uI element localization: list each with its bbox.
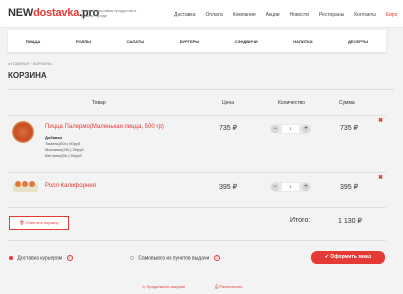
nav-link-promos[interactable]: Акции <box>266 12 280 18</box>
delivery-option-pickup[interactable]: Самовывоз из пунктов выдачи ? <box>130 255 220 261</box>
top-nav: Доставка Оплата Компания Акции Новости Р… <box>174 12 397 18</box>
print-label: Распечатать <box>219 284 243 289</box>
city-selector[interactable]: Евро <box>386 12 398 18</box>
delivery-option-courier[interactable]: Доставка курьером ? <box>9 255 73 261</box>
nav-link-news[interactable]: Новости <box>290 12 309 18</box>
radio-unselected-icon[interactable] <box>130 256 134 260</box>
sum-pizza: 735 ₽ <box>340 125 359 132</box>
pizza-image[interactable] <box>12 121 34 143</box>
increment-button[interactable]: + <box>302 125 310 133</box>
courier-label: Доставка курьером <box>17 255 63 262</box>
pickup-label: Самовывоз из пунктов выдачи <box>138 255 210 262</box>
nav-link-company[interactable]: Компания <box>233 12 256 18</box>
price-pizza: 735 ₽ <box>219 125 238 132</box>
column-header-quantity: Количество <box>278 100 305 106</box>
total-label: Итого: <box>290 217 311 224</box>
category-burgers[interactable]: БУРГЕРЫ <box>180 39 199 44</box>
breadcrumb[interactable]: ◂ ГЛАВНАЯ · КОРЗИНА <box>8 61 52 66</box>
addition-ham: Ветчина(50г.) 50руб <box>45 153 82 158</box>
category-rolls[interactable]: РОЛЛЫ <box>76 39 91 44</box>
trash-icon: 🗑︎ <box>19 220 25 225</box>
column-header-product: Товар <box>92 100 106 106</box>
category-drinks[interactable]: НАПИТКИ <box>293 39 312 44</box>
nav-link-delivery[interactable]: Доставка <box>174 12 195 18</box>
category-desserts[interactable]: ДЕСЕРТЫ <box>348 39 368 44</box>
printer-icon: ⎙ <box>215 284 219 289</box>
remove-item-icon[interactable]: ✖ <box>378 117 383 124</box>
category-bar: ПИЦЦА РОЛЛЫ САЛАТЫ БУРГЕРЫ СЭНДВИЧИ НАПИ… <box>8 30 386 52</box>
page-title: КОРЗИНА <box>8 71 47 80</box>
remove-item-icon[interactable]: ✖ <box>378 174 383 181</box>
quantity-stepper-roll: − 1 + <box>270 182 311 192</box>
clear-cart-button[interactable]: 🗑︎ Очистить корзину <box>9 216 69 230</box>
check-icon: ✔ <box>324 254 329 260</box>
column-header-price: Цена <box>222 100 235 106</box>
category-sandwiches[interactable]: СЭНДВИЧИ <box>235 39 258 44</box>
checkout-label: Оформить заказ <box>330 254 372 260</box>
radio-selected-icon[interactable] <box>9 256 13 260</box>
nav-link-contacts[interactable]: Контакты <box>354 12 376 18</box>
continue-shopping-link[interactable]: ⇐ Продолжить покупки <box>142 284 185 289</box>
quantity-value[interactable]: 1 <box>282 183 299 191</box>
price-roll: 395 ₽ <box>219 184 238 191</box>
product-name-roll[interactable]: Ролл Калифорния <box>45 183 96 189</box>
column-header-sum: Сумма <box>339 100 355 106</box>
row-divider <box>8 207 386 208</box>
row-divider <box>8 172 386 173</box>
clear-cart-label: Очистить корзину <box>25 220 59 225</box>
title-divider <box>8 89 394 90</box>
roll-image[interactable] <box>13 180 38 192</box>
nav-link-restaurants[interactable]: Рестораны <box>319 12 344 18</box>
cart-icon: ⇐ <box>142 284 146 289</box>
help-icon[interactable]: ? <box>213 255 220 261</box>
quantity-value[interactable]: 1 <box>282 125 299 133</box>
decrement-button[interactable]: − <box>271 183 279 191</box>
table-header-divider <box>8 115 386 116</box>
totals-divider <box>8 240 386 241</box>
quantity-stepper-pizza: − 1 + <box>270 124 311 134</box>
help-icon[interactable]: ? <box>66 255 73 261</box>
print-link[interactable]: ⎙ Распечатать <box>215 284 242 289</box>
nav-link-payment[interactable]: Оплата <box>205 12 222 18</box>
logo-part-new: NEW <box>8 7 34 19</box>
category-salads[interactable]: САЛАТЫ <box>127 39 145 44</box>
product-name-pizza[interactable]: Пицца Палермо(Маленькая пицца, 500 гр) <box>45 124 164 130</box>
increment-button[interactable]: + <box>302 183 310 191</box>
top-header: NEWdostavka.pro Служба доставки продукто… <box>0 0 403 28</box>
logo-part-dostavka: dostavka <box>33 7 80 19</box>
additions-list: Добавки Томаты(50г.) 50руб Маслины(25г.)… <box>45 135 84 159</box>
total-value: 1 130 ₽ <box>338 218 362 225</box>
continue-shopping-label: Продолжить покупки <box>146 284 185 289</box>
decrement-button[interactable]: − <box>271 125 279 133</box>
checkout-button[interactable]: ✔ Оформить заказ <box>311 251 385 264</box>
sum-roll: 395 ₽ <box>340 184 359 191</box>
site-tagline: Служба доставки продуктов в вашем городе <box>81 8 137 18</box>
category-pizza[interactable]: ПИЦЦА <box>26 39 40 44</box>
